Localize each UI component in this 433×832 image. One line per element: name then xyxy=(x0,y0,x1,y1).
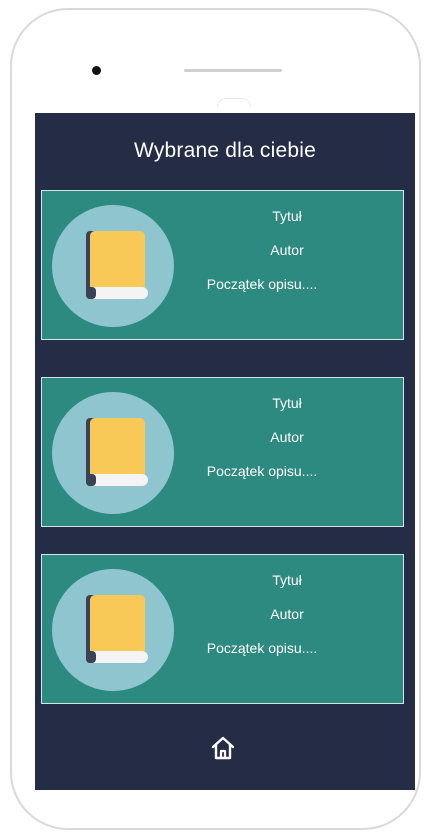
book-icon xyxy=(86,595,148,663)
card-author: Autor xyxy=(270,606,304,622)
book-card[interactable]: Tytuł Autor Początek opisu.... xyxy=(41,554,404,704)
sensor-outline xyxy=(217,98,251,107)
card-title: Tytuł xyxy=(272,395,302,411)
phone-mockup: Wybrane dla ciebie Tytuł Autor Początek … xyxy=(0,0,433,832)
card-author: Autor xyxy=(270,242,304,258)
home-button[interactable] xyxy=(209,734,237,762)
home-icon xyxy=(211,736,235,760)
book-card[interactable]: Tytuł Autor Początek opisu.... xyxy=(41,190,404,340)
camera-dot xyxy=(92,66,101,75)
page-title: Wybrane dla ciebie xyxy=(133,139,316,162)
card-description: Początek opisu.... xyxy=(206,640,318,656)
speaker-slot xyxy=(184,69,282,72)
card-author: Autor xyxy=(270,429,304,445)
app-screen: Wybrane dla ciebie Tytuł Autor Początek … xyxy=(35,113,415,790)
book-card[interactable]: Tytuł Autor Początek opisu.... xyxy=(41,377,404,527)
book-thumbnail xyxy=(52,205,174,327)
book-thumbnail xyxy=(52,392,174,514)
card-title: Tytuł xyxy=(272,208,302,224)
card-description: Początek opisu.... xyxy=(206,463,318,479)
book-icon xyxy=(86,418,148,486)
book-icon xyxy=(86,231,148,299)
card-description: Początek opisu.... xyxy=(206,276,318,292)
card-title: Tytuł xyxy=(272,572,302,588)
book-thumbnail xyxy=(52,569,174,691)
